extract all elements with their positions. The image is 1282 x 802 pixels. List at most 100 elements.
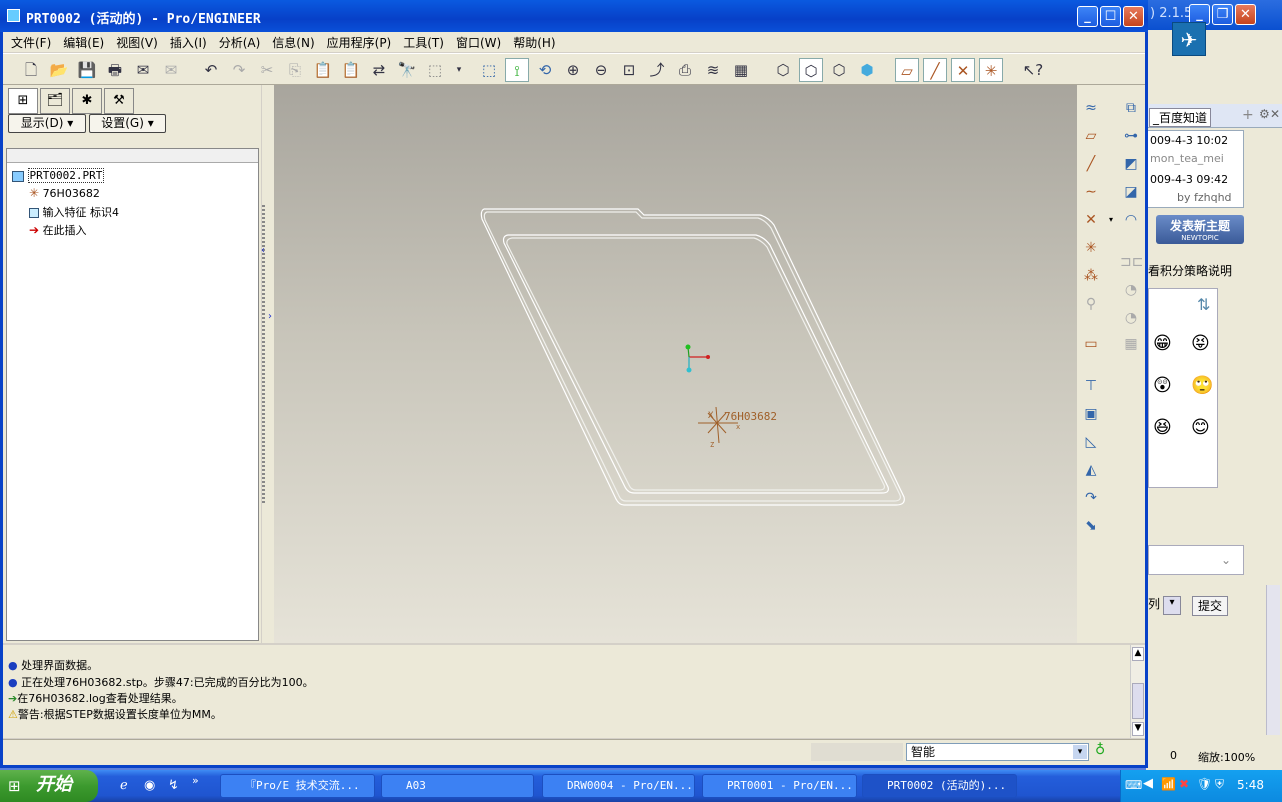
- scroll-thumb[interactable]: [1132, 683, 1144, 719]
- selection-box-icon[interactable]: ⬚: [423, 58, 447, 82]
- zoom-level[interactable]: 缩放:100%: [1198, 749, 1255, 765]
- task-prt0002[interactable]: PRT0002 (活动的)...: [862, 774, 1017, 798]
- tree-item-part[interactable]: PRT0002.PRT: [12, 168, 105, 183]
- tab-model-tree[interactable]: ⊞: [8, 88, 38, 114]
- redo-icon[interactable]: ↷: [227, 58, 251, 82]
- refit-icon[interactable]: ⊡: [617, 58, 641, 82]
- datum-planes-icon[interactable]: ▱: [895, 58, 919, 82]
- menu-applications[interactable]: 应用程序(P): [327, 34, 392, 51]
- tab-favorites[interactable]: ✱: [72, 88, 102, 114]
- tree-item-import-feature[interactable]: 输入特征 标识4: [29, 204, 119, 220]
- tree-item-insert-here[interactable]: ➔ 在此插入: [29, 222, 87, 238]
- security-icon[interactable]: ⛨: [1215, 777, 1224, 792]
- emoji-grin-icon[interactable]: 😁: [1153, 333, 1172, 354]
- tree-item-csys[interactable]: ✳ 76H03682: [29, 186, 100, 200]
- antivirus-icon[interactable]: ✖: [1179, 777, 1189, 791]
- analysis-feature-icon[interactable]: ⁂: [1080, 265, 1102, 287]
- tab-connections[interactable]: ⚒: [104, 88, 134, 114]
- keyboard-icon[interactable]: ⌨: [1125, 778, 1142, 792]
- style-icon[interactable]: ⬊: [1080, 515, 1102, 537]
- menu-help[interactable]: 帮助(H): [513, 34, 555, 51]
- round-icon[interactable]: ◠: [1120, 209, 1142, 231]
- revolve-icon[interactable]: ▣: [1080, 403, 1102, 425]
- menu-insert[interactable]: 插入(I): [170, 34, 207, 51]
- emoji-tongue-icon[interactable]: 😝: [1191, 333, 1210, 354]
- copy-icon[interactable]: ⎘: [283, 58, 307, 82]
- coordinate-systems-icon[interactable]: ✳: [979, 58, 1003, 82]
- collapse-left-icon[interactable]: ‹: [261, 245, 265, 256]
- media-quicklaunch-icon[interactable]: ↯: [168, 778, 179, 793]
- saved-views-icon[interactable]: ⎙: [673, 58, 697, 82]
- panel-splitter[interactable]: ‹ ›: [261, 85, 274, 643]
- new-topic-button[interactable]: 发表新主题 NEWTOPIC: [1156, 215, 1244, 244]
- close-button[interactable]: ✕: [1123, 6, 1144, 27]
- close-tab-icon[interactable]: ✕: [1270, 107, 1280, 121]
- browser-restore-button[interactable]: ❐: [1212, 4, 1233, 25]
- post1-user[interactable]: mon_tea_mei: [1150, 152, 1224, 165]
- paste-special-icon[interactable]: 📋: [339, 58, 363, 82]
- open-folder-icon[interactable]: 📂: [47, 58, 71, 82]
- more-quicklaunch-icon[interactable]: »: [192, 774, 199, 787]
- datum-axes-icon[interactable]: ╱: [923, 58, 947, 82]
- display-dropdown[interactable]: 显示(D) ▾: [8, 114, 86, 133]
- merge-icon[interactable]: ◔: [1120, 279, 1142, 301]
- settings-dropdown[interactable]: 设置(G) ▾: [89, 114, 166, 133]
- extrude-icon[interactable]: ⊤: [1080, 375, 1102, 397]
- task-forum[interactable]: 『Pro/E 技术交流...: [220, 774, 375, 798]
- regenerate-icon[interactable]: ⇄: [367, 58, 391, 82]
- emoji-happy-icon[interactable]: 😊: [1191, 417, 1210, 438]
- browser-select-arrow[interactable]: ▾: [1163, 596, 1181, 615]
- sketch-tools-icon[interactable]: ≈: [1080, 97, 1102, 119]
- maximize-button[interactable]: ☐: [1100, 6, 1121, 27]
- blend-icon[interactable]: ◭: [1080, 459, 1102, 481]
- wireframe-icon[interactable]: ⬡: [771, 58, 795, 82]
- menu-window[interactable]: 窗口(W): [456, 34, 501, 51]
- shield-icon[interactable]: 🛡: [1197, 777, 1212, 791]
- sort-icon[interactable]: ⇅: [1197, 295, 1210, 314]
- rib-icon[interactable]: ◩: [1120, 153, 1142, 175]
- layers-icon[interactable]: ≋: [701, 58, 725, 82]
- tweak-icon[interactable]: ⚲: [1080, 293, 1102, 315]
- datum-point-dropdown-icon[interactable]: ▾: [1100, 209, 1122, 231]
- minimize-button[interactable]: _: [1077, 6, 1098, 27]
- feather-app-icon[interactable]: ✈: [1172, 22, 1206, 56]
- paste-icon[interactable]: 📋: [311, 58, 335, 82]
- hole-icon[interactable]: ⧉: [1120, 97, 1142, 119]
- browser-close-button[interactable]: ✕: [1235, 4, 1256, 25]
- new-file-icon[interactable]: 🗋: [19, 58, 43, 82]
- browser-tab-baidu[interactable]: _百度知道: [1149, 108, 1212, 127]
- task-folder[interactable]: A03: [381, 774, 534, 798]
- back-arrow-icon[interactable]: ◀: [1143, 776, 1153, 791]
- scroll-down-icon[interactable]: ▼: [1132, 722, 1144, 736]
- view-manager-icon[interactable]: ▦: [729, 58, 753, 82]
- traffic-light-icon[interactable]: ♁: [1095, 742, 1109, 762]
- menu-tools[interactable]: 工具(T): [403, 34, 444, 51]
- print-icon[interactable]: 🖶: [103, 58, 127, 82]
- task-prt0001[interactable]: PRT0001 - Pro/EN...: [702, 774, 857, 798]
- variable-sweep-icon[interactable]: ◺: [1080, 431, 1102, 453]
- cut-icon[interactable]: ✂: [255, 58, 279, 82]
- no-hidden-icon[interactable]: ⬡: [827, 58, 851, 82]
- emoji-laugh-icon[interactable]: 😆: [1153, 417, 1172, 438]
- shell-icon[interactable]: ⊶: [1120, 125, 1142, 147]
- reorient-icon[interactable]: ⤴: [645, 58, 669, 82]
- menu-info[interactable]: 信息(N): [272, 34, 314, 51]
- pattern-icon[interactable]: ▦: [1120, 333, 1142, 355]
- zoom-in-icon[interactable]: ⊕: [561, 58, 585, 82]
- task-drw0004[interactable]: DRW0004 - Pro/EN...: [542, 774, 695, 798]
- repaint-icon[interactable]: ⬚: [477, 58, 501, 82]
- post2-user[interactable]: by fzhqhd: [1177, 191, 1232, 204]
- annotation-feature-icon[interactable]: ▭: [1080, 333, 1102, 355]
- tab-folder-browser[interactable]: 🗂: [40, 88, 70, 114]
- emoji-smile-icon[interactable]: 🙄: [1191, 375, 1213, 396]
- menu-edit[interactable]: 编辑(E): [63, 34, 104, 51]
- filter-select[interactable]: 智能 ▾: [906, 743, 1089, 761]
- browser-dropdown[interactable]: ⌄: [1148, 545, 1244, 575]
- csys-tool-icon[interactable]: ✳: [1080, 237, 1102, 259]
- send-mail-attach-icon[interactable]: ✉: [159, 58, 183, 82]
- zoom-out-icon[interactable]: ⊖: [589, 58, 613, 82]
- network-icon[interactable]: 📶: [1161, 777, 1176, 791]
- browser-scrollbar[interactable]: [1266, 585, 1280, 735]
- spin-center-icon[interactable]: ⟟: [505, 58, 529, 82]
- menu-file[interactable]: 文件(F): [11, 34, 51, 51]
